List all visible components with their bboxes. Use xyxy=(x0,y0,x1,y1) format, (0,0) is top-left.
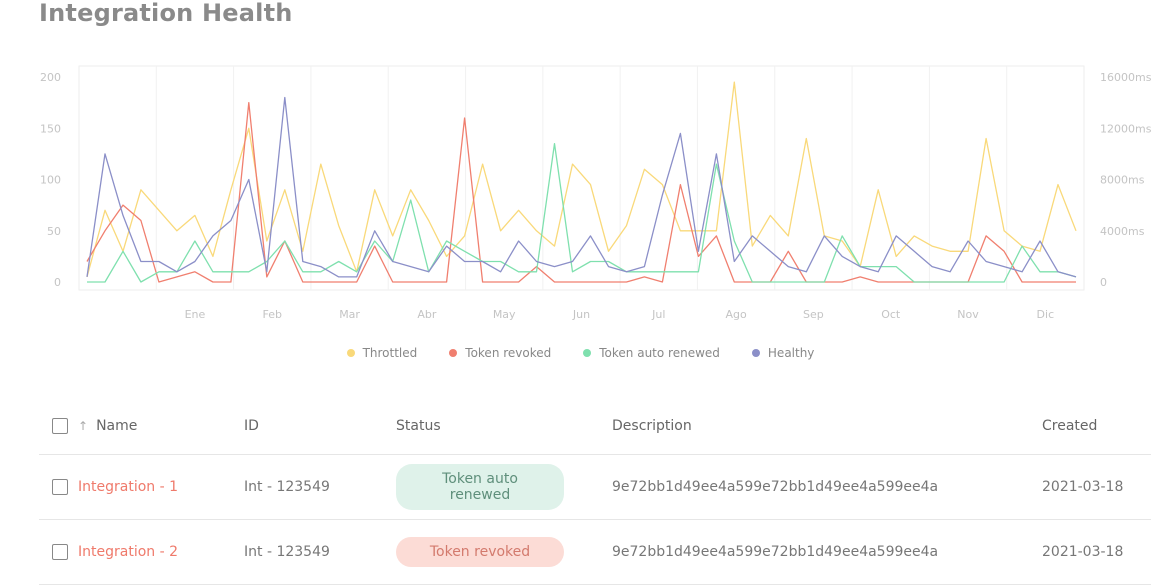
legend-marker-healthy xyxy=(751,349,760,357)
table-row[interactable]: Integration - 2 Int - 123549 Token revok… xyxy=(39,520,1151,585)
x-tick-label: Dic xyxy=(1037,308,1055,321)
legend-label-token-auto-renewed: Token auto renewed xyxy=(599,346,720,360)
page: Integration Health Ene Feb Mar Abr May Jun Jul… xyxy=(0,0,1161,585)
chart-legend: Throttled Token revoked Token auto renew… xyxy=(0,346,1161,360)
header-id[interactable]: ID xyxy=(244,398,259,454)
x-tick-label: Oct xyxy=(881,308,901,321)
x-tick-label: Feb xyxy=(263,308,282,321)
y-tick-label-left: 200 xyxy=(40,71,61,84)
legend-item-token-revoked[interactable]: Token revoked xyxy=(449,346,551,360)
row-select-cell: Integration - 1 xyxy=(52,455,178,519)
y-tick-label-right: 12000ms xyxy=(1100,122,1152,135)
x-tick-label: Jul xyxy=(651,308,665,321)
x-tick-label: Mar xyxy=(339,308,360,321)
header-created[interactable]: Created xyxy=(1042,398,1097,454)
y-tick-label-left: 50 xyxy=(47,225,61,238)
x-tick-label: Ene xyxy=(185,308,206,321)
legend-marker-throttled xyxy=(346,349,355,357)
integration-created: 2021-03-18 xyxy=(1042,479,1124,495)
table-header-row: ↑ Name ID Status Description Created xyxy=(39,398,1151,455)
y-tick-label-left: 0 xyxy=(54,276,61,289)
integration-description: 9e72bb1d49ee4a599e72bb1d49ee4a599ee4a xyxy=(612,544,939,560)
integrations-table: ↑ Name ID Status Description Created Int… xyxy=(39,398,1151,585)
status-cell: Token auto renewed xyxy=(396,455,564,519)
integration-id: Int - 123549 xyxy=(244,479,330,495)
legend-item-token-auto-renewed[interactable]: Token auto renewed xyxy=(583,346,720,360)
table-row[interactable]: Integration - 1 Int - 123549 Token auto … xyxy=(39,455,1151,520)
legend-label-throttled: Throttled xyxy=(362,346,418,360)
x-tick-label: Jun xyxy=(572,308,590,321)
x-tick-label: Nov xyxy=(957,308,979,321)
legend-marker-token-revoked xyxy=(449,349,458,357)
y-tick-label-right: 0 xyxy=(1100,276,1107,289)
y-tick-label-left: 100 xyxy=(40,174,61,187)
y-tick-label-right: 16000ms xyxy=(1100,71,1152,84)
select-all-checkbox[interactable] xyxy=(52,418,68,434)
plot-area xyxy=(78,65,1085,291)
y-tick-label-right: 8000ms xyxy=(1100,174,1145,187)
integration-description: 9e72bb1d49ee4a599e72bb1d49ee4a599ee4a xyxy=(612,479,939,495)
legend-marker-token-auto-renewed xyxy=(583,349,592,357)
x-tick-label: Abr xyxy=(417,308,437,321)
header-name[interactable]: Name xyxy=(96,418,137,434)
sort-arrow-up-icon[interactable]: ↑ xyxy=(78,419,88,433)
integration-name-link[interactable]: Integration - 2 xyxy=(78,544,178,560)
row-checkbox[interactable] xyxy=(52,544,68,560)
integration-name-link[interactable]: Integration - 1 xyxy=(78,479,178,495)
status-badge: Token revoked xyxy=(396,537,564,567)
row-select-cell: Integration - 2 xyxy=(52,520,178,584)
row-checkbox[interactable] xyxy=(52,479,68,495)
line-chart: Ene Feb Mar Abr May Jun Jul Ago Sep Oct Nov Dic 0 50 1… xyxy=(40,65,1152,321)
status-badge: Token auto renewed xyxy=(396,464,564,510)
x-tick-label: May xyxy=(493,308,516,321)
x-tick-label: Ago xyxy=(725,308,747,321)
integration-id: Int - 123549 xyxy=(244,544,330,560)
y-tick-label-right: 4000ms xyxy=(1100,225,1145,238)
series-line-token-revoked xyxy=(86,101,1076,283)
legend-item-throttled[interactable]: Throttled xyxy=(346,346,418,360)
header-status[interactable]: Status xyxy=(396,398,441,454)
integration-created: 2021-03-18 xyxy=(1042,544,1124,560)
x-tick-label: Sep xyxy=(803,308,824,321)
status-cell: Token revoked xyxy=(396,520,564,584)
series-line-token-auto-renewed xyxy=(87,142,1077,283)
header-select-cell: ↑ Name xyxy=(52,398,137,454)
legend-item-healthy[interactable]: Healthy xyxy=(751,346,815,360)
header-description[interactable]: Description xyxy=(612,398,692,454)
series-line-healthy xyxy=(86,96,1077,278)
legend-label-token-revoked: Token revoked xyxy=(465,346,552,360)
y-tick-label-left: 150 xyxy=(40,122,61,135)
legend-label-healthy: Healthy xyxy=(767,346,815,360)
